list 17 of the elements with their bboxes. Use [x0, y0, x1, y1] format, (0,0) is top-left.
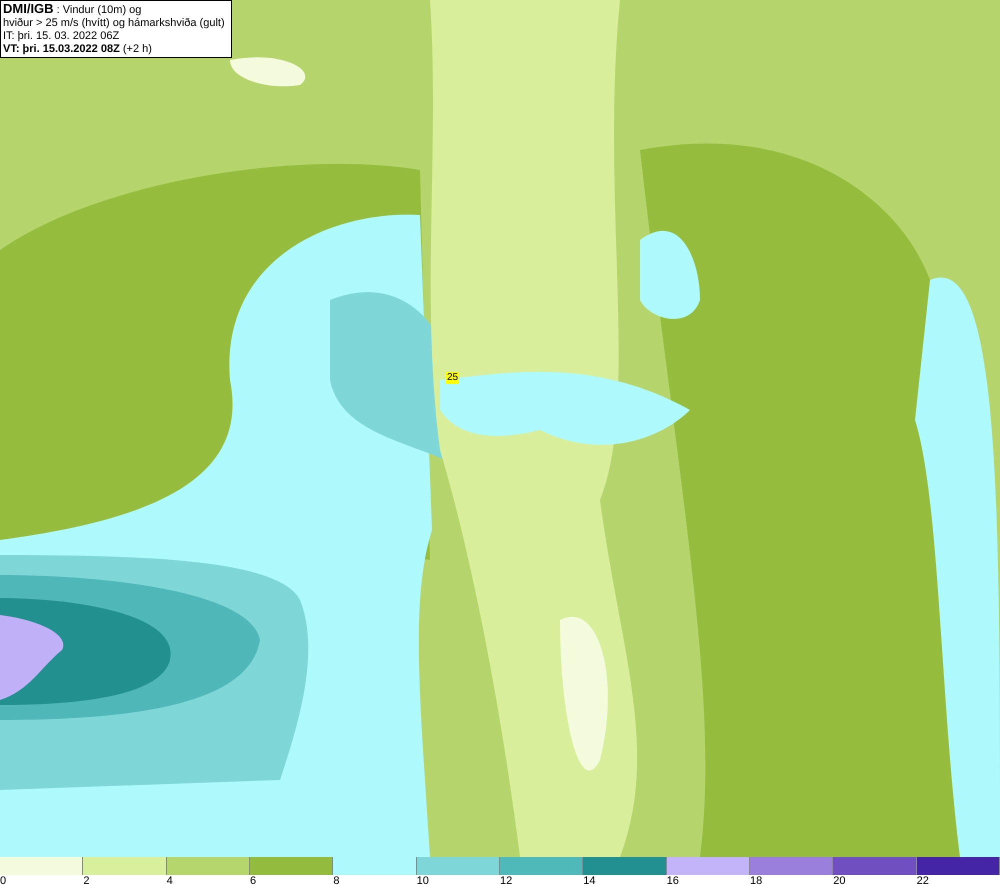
legend-label: 14	[583, 875, 596, 887]
legend-label: 22	[916, 875, 929, 887]
legend-label: 8	[333, 875, 340, 887]
legend-label: 10	[416, 875, 429, 887]
info-text: DMI/IGB : Vindur (10m) og	[3, 2, 142, 17]
legend-label: 16	[666, 875, 679, 887]
legend-label: 2	[83, 875, 90, 887]
info-text: IT: þri. 15. 03. 2022 06Z	[3, 30, 120, 43]
legend-label: 0	[0, 875, 6, 887]
legend-label: 20	[833, 875, 846, 887]
legend-label: 6	[250, 875, 256, 887]
legend-label: 12	[500, 875, 512, 887]
legend-label: 4	[166, 875, 173, 887]
legend-label: 18	[750, 875, 762, 887]
info-text: VT: þri. 15.03.2022 08Z (+2 h)	[3, 43, 153, 56]
gust-label: 25	[446, 372, 460, 384]
info-text: hviður > 25 m/s (hvítt) og hámarkshviða (gult)	[3, 17, 226, 30]
